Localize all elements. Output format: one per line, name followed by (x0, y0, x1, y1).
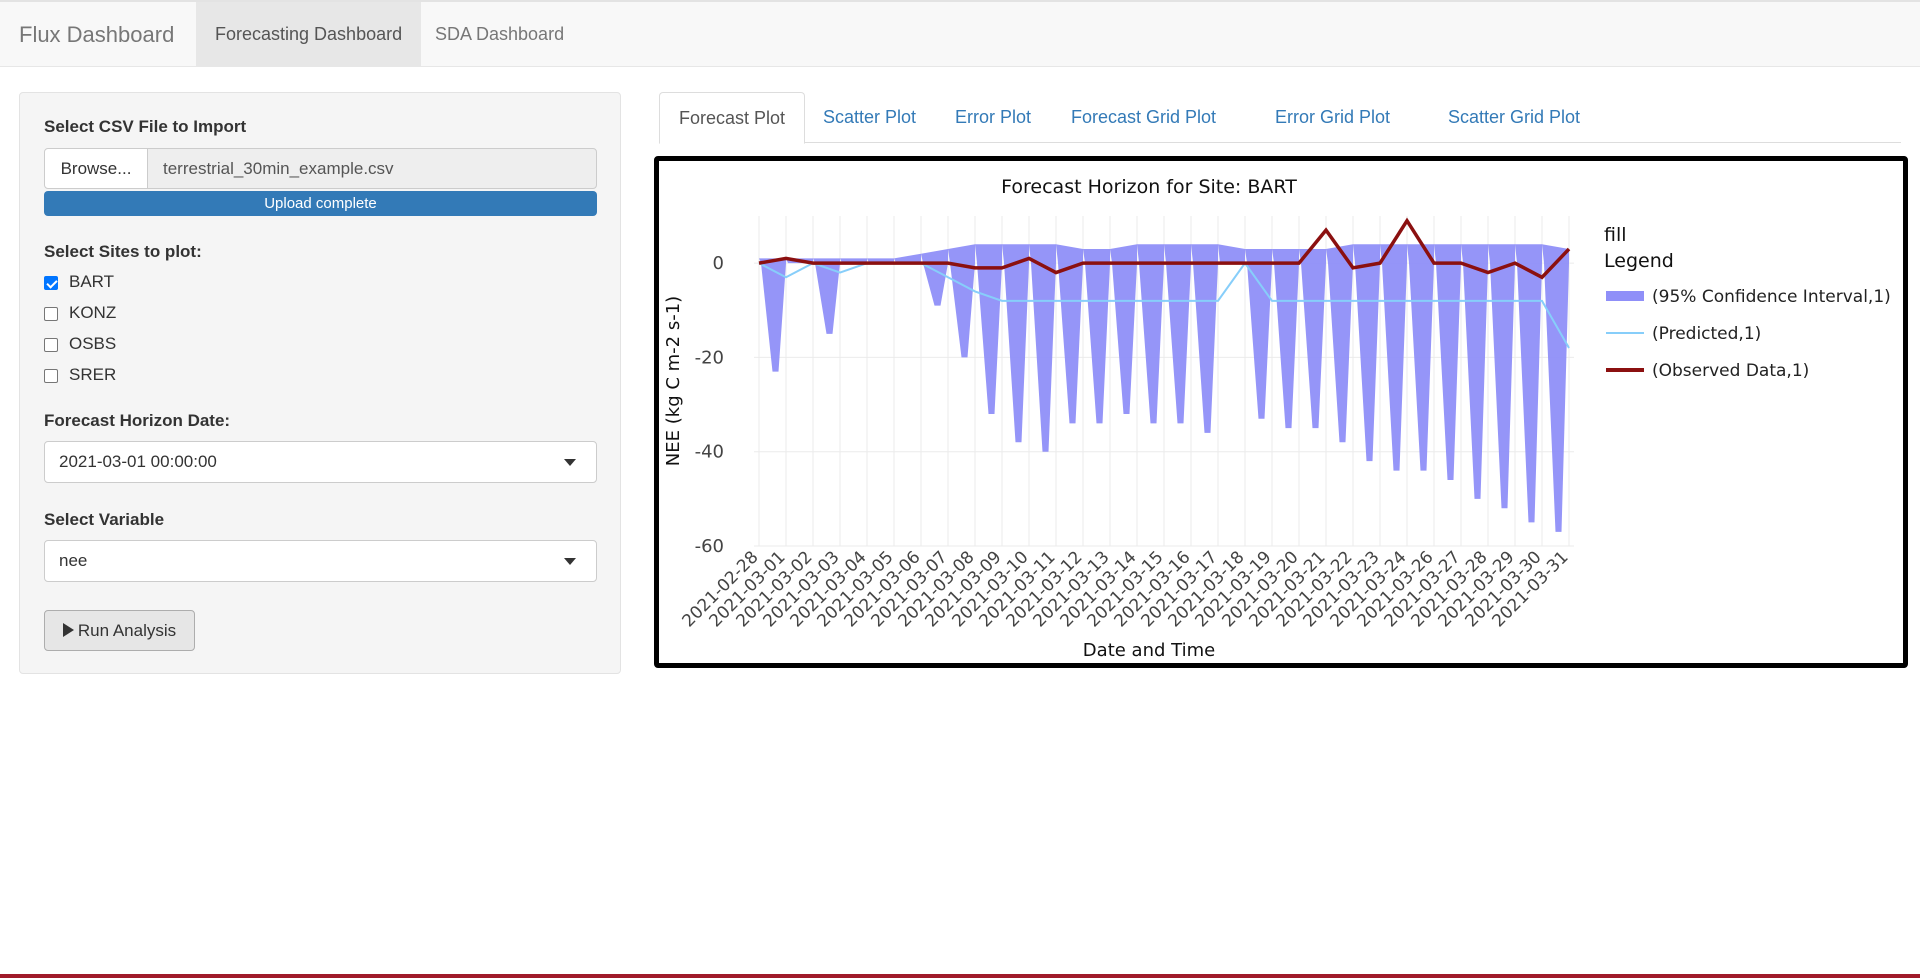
tab-scatter-grid-plot[interactable]: Scatter Grid Plot (1429, 92, 1599, 143)
legend-entry: (Observed Data,1) (1652, 361, 1809, 381)
chart-title: Forecast Horizon for Site: BART (1001, 176, 1297, 198)
chevron-down-icon (564, 558, 576, 565)
ci-band-segment (1110, 244, 1137, 414)
ci-band-segment (1218, 244, 1245, 264)
legend-title: Legend (1604, 250, 1674, 272)
app-brand[interactable]: Flux Dashboard (19, 22, 174, 48)
y-tick-label: -20 (695, 347, 724, 368)
ci-band-segment (975, 244, 1002, 414)
site-label: SRER (69, 365, 117, 384)
y-tick-label: 0 (713, 253, 724, 274)
tab-error-plot[interactable]: Error Plot (936, 92, 1050, 143)
checkbox-icon[interactable] (44, 307, 58, 321)
variable-label: Select Variable (44, 510, 165, 529)
y-tick-label: -40 (695, 442, 724, 463)
ci-band-segment (1164, 244, 1191, 424)
ci-band-segment (921, 249, 948, 306)
file-input[interactable]: Browse... terrestrial_30min_example.csv (44, 148, 597, 189)
ci-band-segment (1245, 249, 1272, 419)
ci-band-segment (1515, 244, 1542, 523)
tab-forecast-plot[interactable]: Forecast Plot (659, 92, 806, 144)
ci-band-segment (1272, 249, 1299, 429)
checkbox-icon[interactable] (44, 338, 58, 352)
forecast-chart: 0-20-40-602021-02-282021-03-012021-03-02… (663, 176, 1891, 661)
run-analysis-label: Run Analysis (77, 621, 177, 640)
horizon-date-label: Forecast Horizon Date: (44, 411, 231, 430)
bottom-accent-bar (0, 974, 1920, 978)
site-label: KONZ (69, 303, 117, 322)
nav-tab-forecasting[interactable]: Forecasting Dashboard (196, 2, 422, 67)
checkbox-checked-icon[interactable] (44, 276, 58, 290)
ci-band-segment (1299, 249, 1326, 429)
nav-tab-sda[interactable]: SDA Dashboard (416, 2, 583, 67)
x-axis-label: Date and Time (1083, 640, 1215, 661)
ci-band-segment (1542, 244, 1569, 532)
ci-band-segment (1002, 244, 1029, 443)
horizon-date-value: 2021-03-01 00:00:00 (59, 452, 217, 471)
site-label: OSBS (69, 334, 117, 353)
tab-scatter-plot[interactable]: Scatter Plot (804, 92, 935, 143)
ci-band-segment (1191, 244, 1218, 433)
play-icon (62, 623, 74, 637)
ci-band-segment (1353, 244, 1380, 462)
browse-button[interactable]: Browse... (44, 148, 148, 189)
variable-value: nee (59, 551, 88, 570)
navbar: Flux Dashboard Forecasting Dashboard SDA… (0, 0, 1920, 67)
file-name-field[interactable]: terrestrial_30min_example.csv (147, 148, 597, 189)
ci-band-segment (1434, 244, 1461, 480)
legend-entry: (Predicted,1) (1652, 324, 1761, 344)
ci-band-segment (1461, 244, 1488, 499)
run-analysis-button[interactable]: Run Analysis (44, 610, 195, 651)
ci-band-segment (1488, 244, 1515, 509)
site-label: BART (69, 272, 115, 291)
chevron-down-icon (564, 459, 576, 466)
legend-entry: (95% Confidence Interval,1) (1652, 287, 1891, 307)
ci-band-segment (1029, 244, 1056, 452)
sidebar-panel: Select CSV File to Import Browse... terr… (19, 92, 621, 674)
horizon-date-select[interactable]: 2021-03-01 00:00:00 (44, 441, 597, 483)
plot-tabs: Forecast Plot Scatter Plot Error Plot Fo… (659, 92, 1901, 144)
tab-error-grid-plot[interactable]: Error Grid Plot (1256, 92, 1409, 143)
checkbox-icon[interactable] (44, 369, 58, 383)
ci-band-segment (1083, 249, 1110, 424)
forecast-plot-frame: 0 -20 -40 -60 2021-02-28 2021-03-01 2021-03-02… (654, 156, 1908, 668)
ci-band-segment (1326, 244, 1353, 443)
tab-forecast-grid-plot[interactable]: Forecast Grid Plot (1052, 92, 1235, 143)
upload-progress-bar: Upload complete (44, 191, 597, 216)
ci-band-segment (1137, 244, 1164, 424)
ci-band-segment (948, 244, 975, 358)
y-axis-label: NEE (kg C m-2 s-1) (663, 296, 684, 466)
legend-title: fill (1604, 224, 1627, 246)
file-input-label: Select CSV File to Import (44, 117, 247, 136)
sites-label: Select Sites to plot: (44, 242, 202, 261)
variable-select[interactable]: nee (44, 540, 597, 582)
y-tick-label: -60 (695, 536, 724, 557)
ci-band-segment (813, 258, 840, 334)
